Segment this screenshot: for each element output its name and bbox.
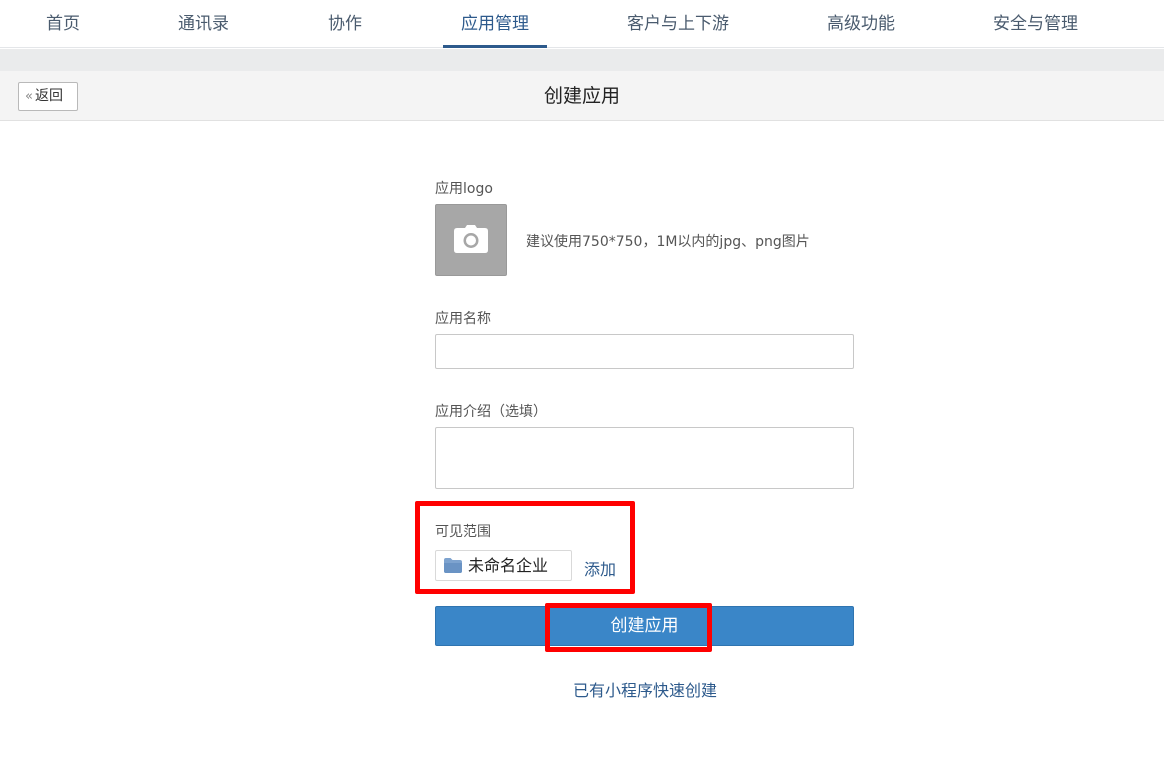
top-nav: 首页 通讯录 协作 应用管理 客户与上下游 高级功能 安全与管理 <box>0 0 1164 48</box>
folder-icon <box>444 558 462 573</box>
quick-create-container: 已有小程序快速创建 <box>0 677 1164 701</box>
logo-hint: 建议使用750*750，1M以内的jpg、png图片 <box>526 234 810 250</box>
nav-item-contacts[interactable]: 通讯录 <box>178 0 229 48</box>
nav-item-security[interactable]: 安全与管理 <box>993 0 1078 48</box>
scope-add-link[interactable]: 添加 <box>584 556 616 580</box>
create-app-button[interactable]: 创建应用 <box>435 606 854 646</box>
app-name-label: 应用名称 <box>435 311 491 327</box>
app-intro-textarea[interactable] <box>435 427 854 489</box>
back-button[interactable]: «返回 <box>18 82 78 111</box>
logo-label: 应用logo <box>435 181 493 197</box>
nav-item-home[interactable]: 首页 <box>46 0 80 48</box>
nav-item-app-management[interactable]: 应用管理 <box>443 0 547 48</box>
scope-item: 未命名企业 <box>435 550 572 581</box>
scope-label: 可见范围 <box>435 524 491 540</box>
section-divider <box>0 49 1164 71</box>
page-title: 创建应用 <box>543 85 620 107</box>
nav-item-collaboration[interactable]: 协作 <box>328 0 362 48</box>
nav-item-customers[interactable]: 客户与上下游 <box>627 0 729 48</box>
double-chevron-left-icon: « <box>25 89 33 104</box>
back-button-label: 返回 <box>34 88 63 104</box>
app-name-input[interactable] <box>435 334 854 369</box>
camera-icon <box>454 225 488 253</box>
scope-item-label: 未命名企业 <box>468 556 549 575</box>
nav-item-advanced[interactable]: 高级功能 <box>827 0 895 48</box>
logo-upload[interactable] <box>435 204 507 276</box>
app-intro-label: 应用介绍（选填） <box>435 404 547 420</box>
page-header: 创建应用 «返回 <box>0 71 1164 121</box>
quick-create-link[interactable]: 已有小程序快速创建 <box>573 681 717 700</box>
